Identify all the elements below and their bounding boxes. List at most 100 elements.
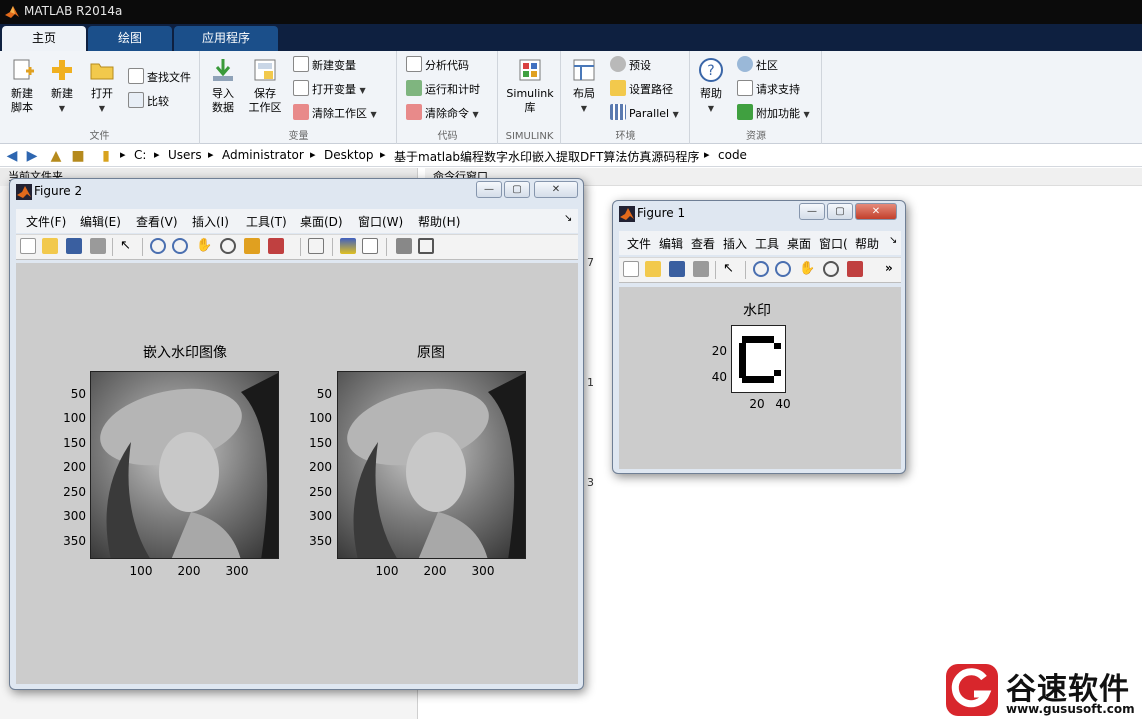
breadcrumb-administrator[interactable]: Administrator [222,148,304,162]
open-variable-button[interactable]: 打开变量 ▼ [293,80,366,100]
community-button[interactable]: 社区 [737,56,778,76]
menu-window[interactable]: 窗口(W) [358,213,403,230]
menu-insert[interactable]: 插入(I) [192,213,229,230]
breadcrumb-users[interactable]: Users [168,148,202,162]
set-path-button[interactable]: 设置路径 [610,80,673,100]
preferences-button[interactable]: 预设 [610,56,651,76]
clear-workspace-caret-icon: ▼ [370,110,377,119]
menu-edit[interactable]: 编辑(E) [80,213,121,230]
clear-workspace-label: 清除工作区 [312,107,367,120]
toolbar-separator [715,261,716,279]
zoom-in-icon[interactable] [150,238,166,254]
minimize-button[interactable]: — [476,181,502,198]
new-figure-icon[interactable] [623,261,639,277]
menu-tools[interactable]: 工具(T) [246,213,287,230]
print-icon[interactable] [693,261,709,277]
up-folder-icon[interactable]: ▲ [48,148,64,164]
clear-workspace-button[interactable]: 清除工作区 ▼ [293,104,377,124]
back-arrow-icon[interactable]: ◀ [4,148,20,164]
clear-commands-button[interactable]: 清除命令 ▼ [406,104,479,124]
menu-desktop[interactable]: 桌面 [787,235,811,252]
menu-file[interactable]: 文件(F) [26,213,66,230]
pointer-icon[interactable]: ↖ [120,238,136,254]
tab-plots[interactable]: 绘图 [88,26,172,51]
pointer-icon[interactable]: ↖ [723,261,739,277]
menu-window[interactable]: 窗口( [819,235,848,252]
hide-plot-tools-icon[interactable] [396,238,412,254]
maximize-button[interactable]: ▢ [504,181,530,198]
parallel-button[interactable]: Parallel ▼ [610,104,679,124]
figure-2-window[interactable]: Figure 2 — ▢ ✕ 文件(F) 编辑(E) 查看(V) 插入(I) 工… [9,178,584,690]
open-file-icon[interactable] [645,261,661,277]
forward-arrow-icon[interactable]: ▶ [24,148,40,164]
save-icon[interactable] [66,238,82,254]
rotate-3d-icon[interactable] [220,238,236,254]
brush-icon[interactable] [268,238,284,254]
breadcrumb-c[interactable]: C: [134,148,146,162]
tab-home[interactable]: 主页 [2,26,86,51]
pan-hand-icon[interactable]: ✋ [196,238,212,254]
run-and-time-button[interactable]: 运行和计时 [406,80,480,100]
breadcrumb-desktop[interactable]: Desktop [324,148,374,162]
x-tick-label: 20 [749,397,765,411]
brush-icon[interactable] [847,261,863,277]
watermark-image [731,325,786,393]
analyze-code-button[interactable]: 分析代码 [406,56,469,76]
menu-help[interactable]: 帮助 [855,235,879,252]
rotate-3d-icon[interactable] [823,261,839,277]
menu-file[interactable]: 文件 [627,235,651,252]
zoom-out-icon[interactable] [172,238,188,254]
maximize-button[interactable]: ▢ [827,203,853,220]
print-icon[interactable] [90,238,106,254]
new-figure-icon[interactable] [20,238,36,254]
compare-button[interactable]: 比较 [128,92,169,112]
dock-arrow-icon[interactable]: ↘ [889,235,897,246]
figure-2-canvas[interactable]: 嵌入水印图像 50 100 150 200 250 300 350 100 20… [16,263,578,684]
menu-view[interactable]: 查看(V) [136,213,178,230]
save-workspace-button[interactable]: 保存 工作区 [245,57,285,115]
new-variable-button[interactable]: 新建变量 [293,56,356,76]
open-file-icon[interactable] [42,238,58,254]
breadcrumb-project[interactable]: 基于matlab编程数字水印嵌入提取DFT算法仿真源码程序 [394,148,699,165]
toolbar-separator [112,238,113,256]
y-tick-label: 40 [711,370,727,384]
new-script-button[interactable]: 新建 脚本 [2,57,42,115]
save-icon[interactable] [669,261,685,277]
colorbar-icon[interactable] [340,238,356,254]
overflow-chevron-icon[interactable]: » [885,261,901,277]
figure-1-canvas[interactable]: 水印 20 40 20 40 [619,287,901,469]
minimize-button[interactable]: — [799,203,825,220]
pan-hand-icon[interactable]: ✋ [799,261,815,277]
legend-icon[interactable] [362,238,378,254]
breadcrumb-code[interactable]: code [718,148,747,162]
zoom-in-icon[interactable] [753,261,769,277]
tab-apps[interactable]: 应用程序 [174,26,278,51]
find-files-button[interactable]: 查找文件 [128,68,191,88]
zoom-out-icon[interactable] [775,261,791,277]
open-button[interactable]: 打开 ▼ [82,57,122,116]
group-label-variable: 变量 [288,131,309,142]
x-tick-label: 100 [375,564,399,578]
help-button[interactable]: ? 帮助 ▼ [691,57,731,116]
new-button[interactable]: 新建 ▼ [42,57,82,116]
menu-desktop[interactable]: 桌面(D) [300,213,343,230]
figure-1-window[interactable]: Figure 1 — ▢ ✕ 文件 编辑 查看 插入 工具 桌面 窗口( 帮助 … [612,200,906,474]
menu-edit[interactable]: 编辑 [659,235,683,252]
show-plot-tools-icon[interactable] [418,238,434,254]
layout-button[interactable]: 布局 ▼ [564,57,604,116]
browse-folder-icon[interactable]: ■ [70,148,86,164]
add-ons-button[interactable]: 附加功能 ▼ [737,104,810,124]
menu-view[interactable]: 查看 [691,235,715,252]
close-button[interactable]: ✕ [534,181,578,198]
menu-tools[interactable]: 工具 [755,235,779,252]
simulink-library-button[interactable]: Simulink 库 [503,57,557,115]
close-button[interactable]: ✕ [855,203,897,220]
menu-insert[interactable]: 插入 [723,235,747,252]
link-plot-icon[interactable] [308,238,324,254]
import-data-button[interactable]: 导入 数据 [203,57,243,115]
menu-help[interactable]: 帮助(H) [418,213,460,230]
y-tick-label: 300 [63,509,86,523]
data-cursor-icon[interactable] [244,238,260,254]
request-support-button[interactable]: 请求支持 [737,80,800,100]
dock-arrow-icon[interactable]: ↘ [564,213,572,224]
